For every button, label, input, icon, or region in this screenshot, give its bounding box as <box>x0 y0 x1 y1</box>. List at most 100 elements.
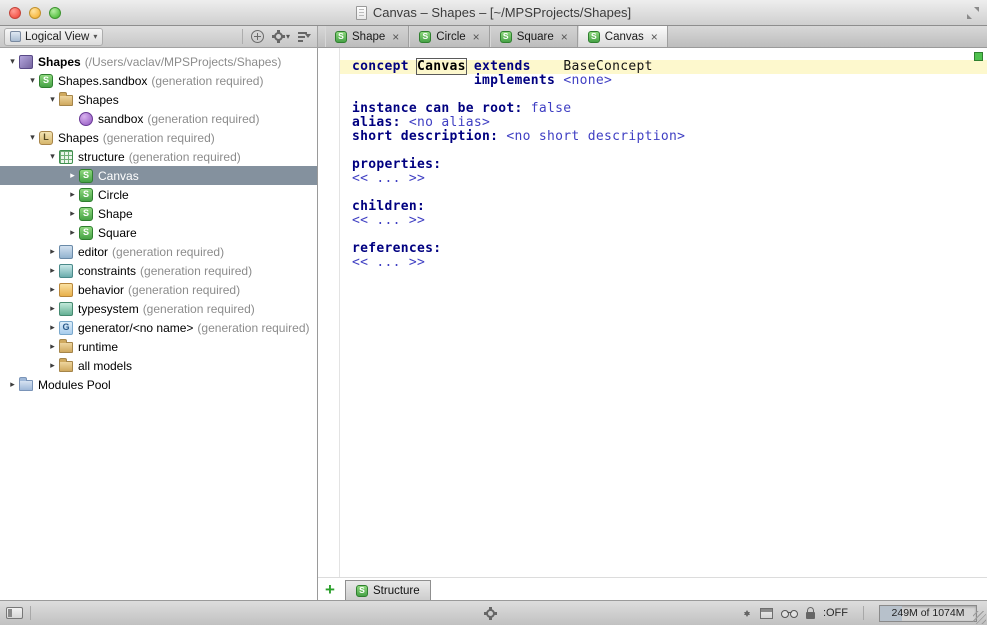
memory-indicator[interactable]: 249M of 1074M <box>879 605 977 622</box>
structure-icon <box>59 150 73 164</box>
tree-item-typesystem[interactable]: ▸typesystem(generation required) <box>0 299 318 318</box>
expand-right-icon[interactable]: ▸ <box>66 228 79 237</box>
tab-close-icon[interactable]: × <box>651 31 658 43</box>
sort-icon[interactable] <box>298 31 311 42</box>
behavior-icon <box>59 283 73 297</box>
updown-arrows-icon[interactable] <box>743 607 752 620</box>
settings-gear-button[interactable]: ▾ <box>272 30 290 43</box>
code-line[interactable]: << ... >> <box>340 172 987 186</box>
toolbar-separator <box>242 29 243 44</box>
tree-item-all-models[interactable]: ▸ all models <box>0 356 318 375</box>
code-token: << ... >> <box>352 213 425 228</box>
tree-item-circle[interactable]: ▸SCircle <box>0 185 318 204</box>
folder-icon <box>59 361 73 372</box>
code-line[interactable]: children: <box>340 200 987 214</box>
frame-icon[interactable] <box>760 608 773 619</box>
hector-off-label: :OFF <box>823 607 848 619</box>
tree-item-sandbox[interactable]: sandbox(generation required) <box>0 109 318 128</box>
tree-item-suffix: (generation required) <box>147 112 259 126</box>
tree-item-generator-no-name[interactable]: ▸Ggenerator/<no name>(generation require… <box>0 318 318 337</box>
code-line[interactable]: properties: <box>340 158 987 172</box>
tree-item-shapes[interactable]: ▾LShapes(generation required) <box>0 128 318 147</box>
expand-down-icon[interactable]: ▾ <box>26 133 39 142</box>
editor-status-indicator[interactable] <box>974 52 983 61</box>
code-line[interactable]: concept Canvas extends BaseConcept <box>340 60 987 74</box>
tree-item-shapes-sandbox[interactable]: ▾SShapes.sandbox(generation required) <box>0 71 318 90</box>
expand-right-icon[interactable]: ▸ <box>46 285 59 294</box>
expand-right-icon[interactable]: ▸ <box>6 380 19 389</box>
tree-item-behavior[interactable]: ▸behavior(generation required) <box>0 280 318 299</box>
code-line[interactable] <box>340 186 987 200</box>
lock-icon[interactable] <box>806 612 815 619</box>
code-token: extends <box>474 59 531 74</box>
expand-right-icon[interactable]: ▸ <box>66 209 79 218</box>
code-line[interactable]: alias: <no alias> <box>340 116 987 130</box>
tab-structure[interactable]: S Structure <box>345 580 431 600</box>
minimize-window-button[interactable] <box>29 7 41 19</box>
view-selector-label: Logical View <box>25 31 89 43</box>
tree-item-canvas[interactable]: ▸SCanvas <box>0 166 318 185</box>
tree-item-shape[interactable]: ▸SShape <box>0 204 318 223</box>
tree-item-label: Circle <box>98 188 129 202</box>
tree-item-runtime[interactable]: ▸runtime <box>0 337 318 356</box>
expand-down-icon[interactable]: ▾ <box>6 57 19 66</box>
zoom-window-button[interactable] <box>49 7 61 19</box>
code-line[interactable] <box>340 88 987 102</box>
code-token: instance can be root: <box>352 101 531 116</box>
code-token: short description: <box>352 129 506 144</box>
code-token: << ... >> <box>352 171 425 186</box>
tree-item-modules-pool[interactable]: ▸Modules Pool <box>0 375 318 394</box>
tree-item-structure[interactable]: ▾structure(generation required) <box>0 147 318 166</box>
tree-item-constraints[interactable]: ▸constraints(generation required) <box>0 261 318 280</box>
titlebar[interactable]: Canvas – Shapes – [~/MPSProjects/Shapes] <box>0 0 987 26</box>
expand-right-icon[interactable]: ▸ <box>46 304 59 313</box>
expand-right-icon[interactable]: ▸ <box>66 190 79 199</box>
add-tab-button[interactable]: + <box>320 579 340 600</box>
tab-close-icon[interactable]: × <box>473 31 480 43</box>
expand-right-icon[interactable]: ▸ <box>46 247 59 256</box>
tree-item-shapes[interactable]: ▾Shapes(/Users/vaclav/MPSProjects/Shapes… <box>0 52 318 71</box>
tab-label: Circle <box>436 31 465 43</box>
hector-glasses-icon[interactable] <box>781 610 798 618</box>
tree-item-editor[interactable]: ▸editor(generation required) <box>0 242 318 261</box>
code-line[interactable]: short description: <no short description… <box>340 130 987 144</box>
fullscreen-icon[interactable] <box>967 7 979 19</box>
tab-square[interactable]: SSquare× <box>490 26 578 47</box>
code-line[interactable]: << ... >> <box>340 214 987 228</box>
statusbar-widgets: :OFF 249M of 1074M <box>743 605 977 622</box>
code-line[interactable]: references: <box>340 242 987 256</box>
expand-right-icon[interactable]: ▸ <box>46 361 59 370</box>
resize-grip[interactable] <box>973 611 986 624</box>
code-token <box>352 73 474 88</box>
editor-surface[interactable]: concept Canvas extends BaseConcept imple… <box>318 48 987 577</box>
tree-item-label: all models <box>78 359 132 373</box>
toolwindow-toggle-icon[interactable] <box>6 607 23 619</box>
code-line[interactable] <box>340 228 987 242</box>
tab-close-icon[interactable]: × <box>392 31 399 43</box>
expand-down-icon[interactable]: ▾ <box>26 76 39 85</box>
tab-circle[interactable]: SCircle× <box>409 26 489 47</box>
code-token <box>466 59 474 74</box>
tree-item-label: behavior <box>78 283 124 297</box>
code-line[interactable]: implements <none> <box>340 74 987 88</box>
expand-right-icon[interactable]: ▸ <box>46 342 59 351</box>
background-tasks-button[interactable] <box>484 607 497 623</box>
expand-right-icon[interactable]: ▸ <box>46 266 59 275</box>
code-line[interactable]: instance can be root: false <box>340 102 987 116</box>
tab-shape[interactable]: SShape× <box>325 26 409 47</box>
tab-canvas[interactable]: SCanvas× <box>578 26 668 47</box>
expand-right-icon[interactable]: ▸ <box>66 171 79 180</box>
tree-item-shapes[interactable]: ▾Shapes <box>0 90 318 109</box>
tab-close-icon[interactable]: × <box>561 31 568 43</box>
expand-down-icon[interactable]: ▾ <box>46 152 59 161</box>
expand-down-icon[interactable]: ▾ <box>46 95 59 104</box>
project-tree[interactable]: ▾Shapes(/Users/vaclav/MPSProjects/Shapes… <box>0 48 318 600</box>
view-selector[interactable]: Logical View ▾ <box>4 28 103 46</box>
code-line[interactable]: << ... >> <box>340 256 987 270</box>
close-window-button[interactable] <box>9 7 21 19</box>
expand-right-icon[interactable]: ▸ <box>46 323 59 332</box>
tree-item-square[interactable]: ▸SSquare <box>0 223 318 242</box>
editor-caret-cell: Canvas <box>417 59 466 74</box>
autoscroll-icon[interactable] <box>251 30 264 43</box>
code-line[interactable] <box>340 144 987 158</box>
